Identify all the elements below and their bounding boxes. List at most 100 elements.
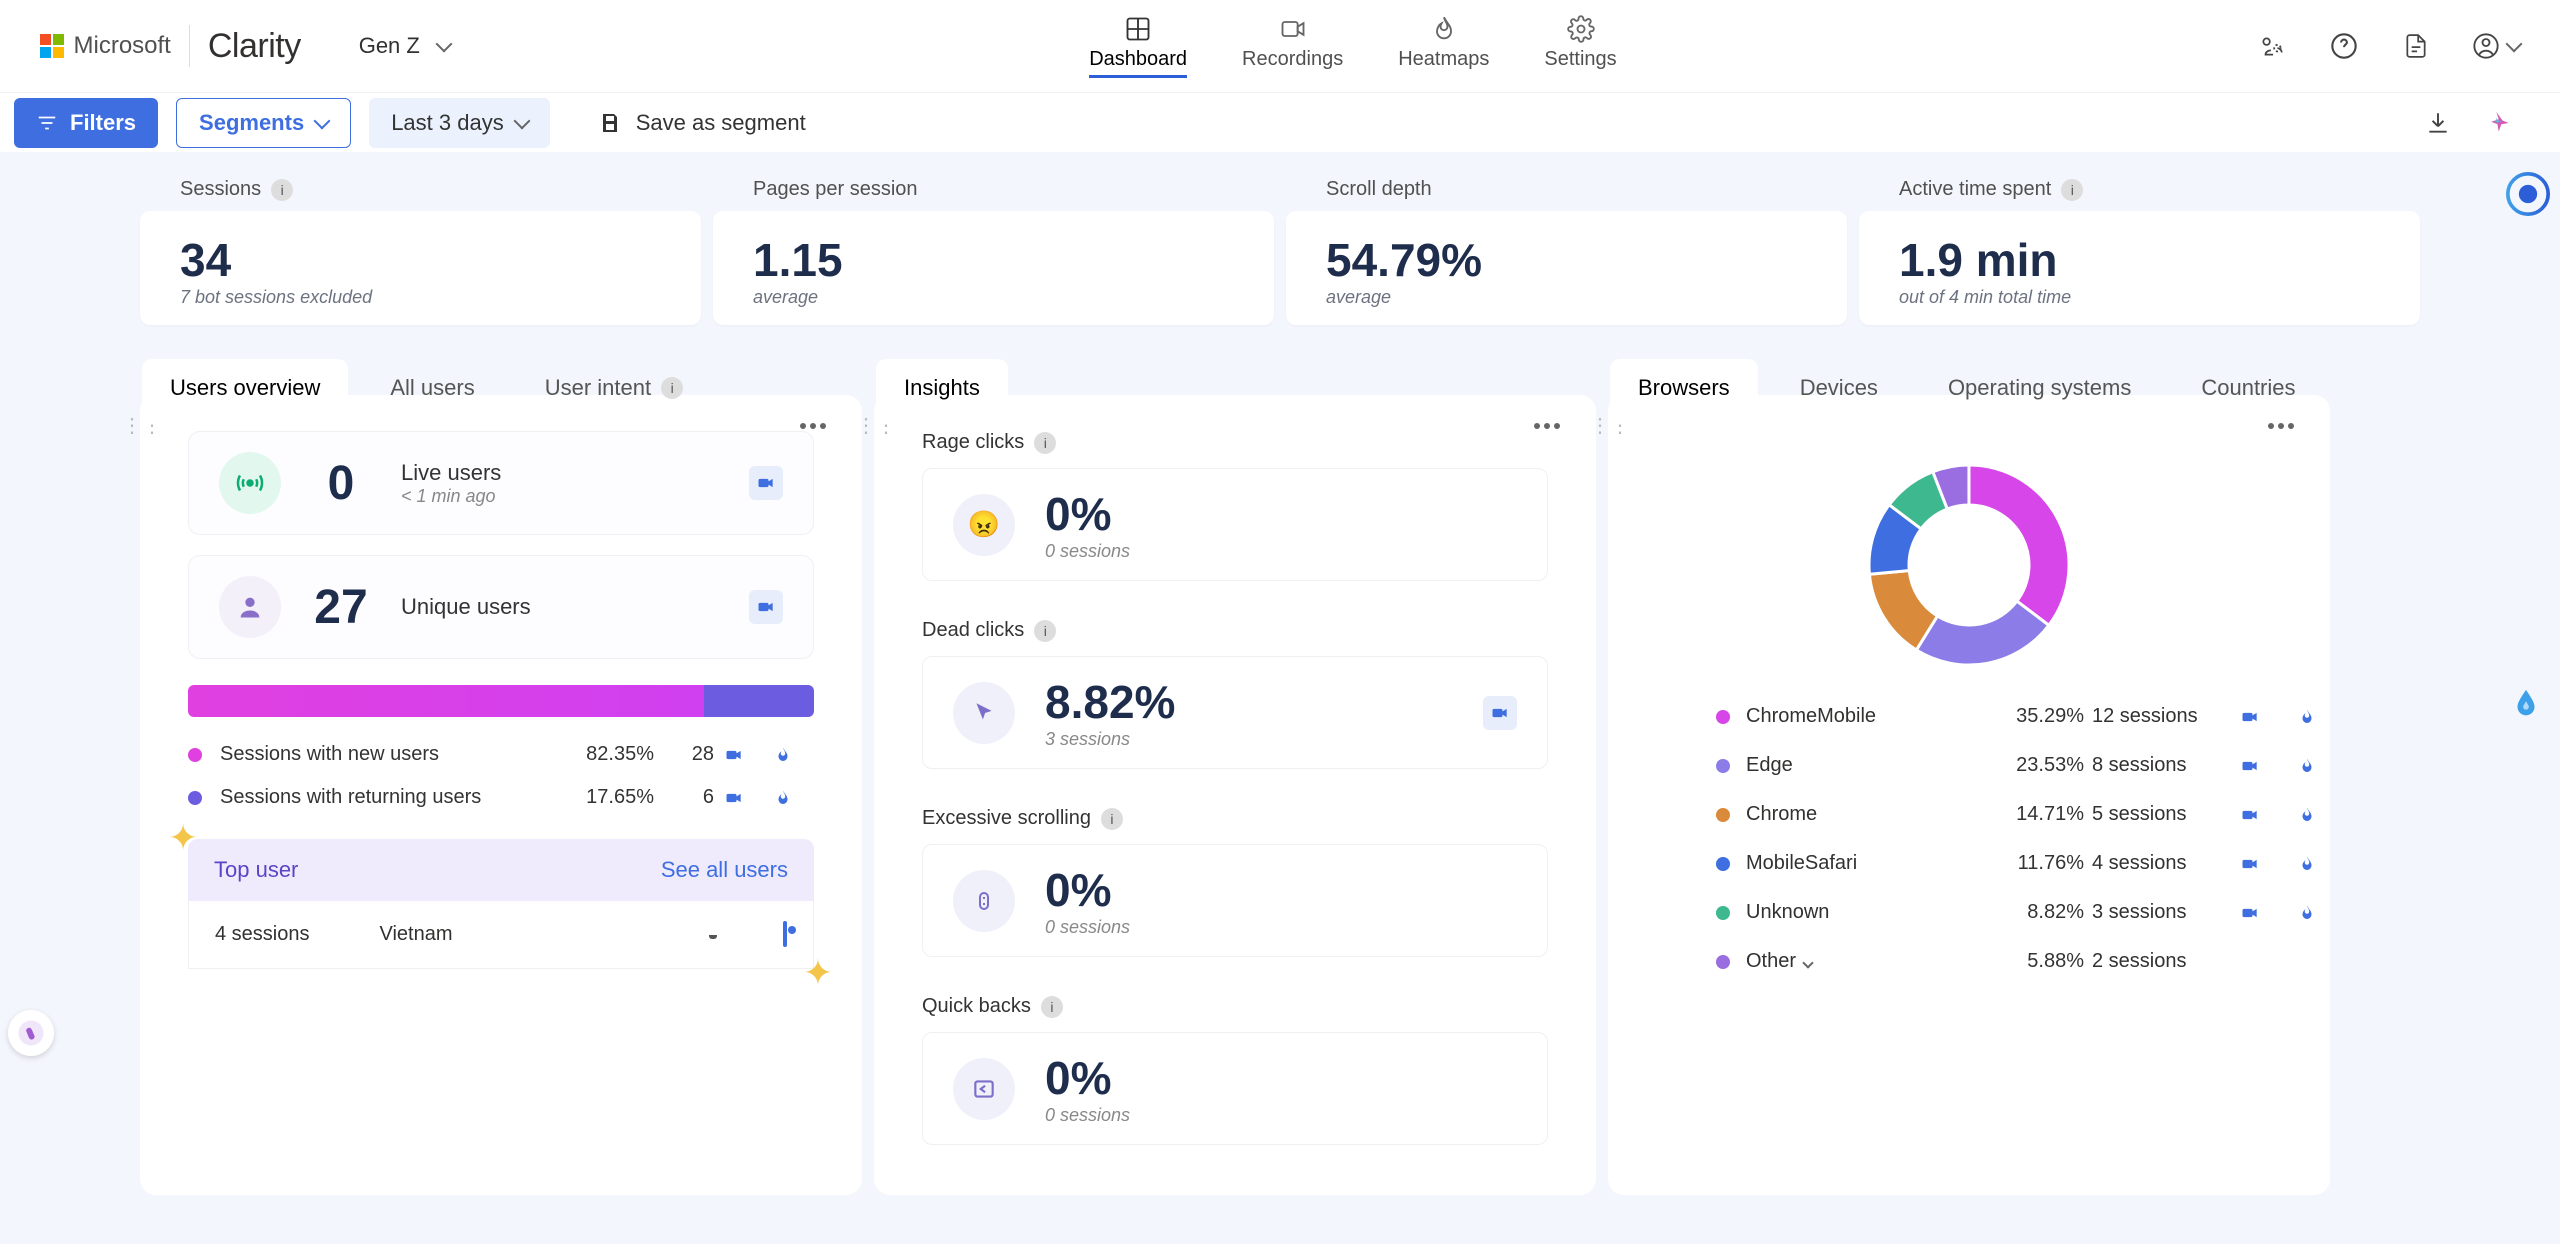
- nav-recordings[interactable]: Recordings: [1242, 14, 1343, 78]
- legend-dot: [1716, 857, 1730, 871]
- recording-icon[interactable]: [2240, 854, 2290, 874]
- insight-card[interactable]: 0% 0 sessions: [922, 844, 1548, 957]
- nav-heatmaps[interactable]: Heatmaps: [1398, 14, 1489, 78]
- copilot-icon[interactable]: [2484, 107, 2516, 139]
- metric-scroll: Scroll depth 54.79% average: [1286, 178, 1847, 325]
- project-selector[interactable]: Gen Z: [359, 33, 450, 59]
- flame-icon[interactable]: [774, 789, 814, 807]
- top-user-header: Top user See all users: [188, 839, 814, 901]
- flame-icon[interactable]: [2298, 757, 2348, 775]
- flame-icon: [1429, 14, 1459, 44]
- main-nav: Dashboard Recordings Heatmaps Settings: [1089, 14, 1616, 78]
- browser-pct: 11.76%: [1974, 852, 2084, 875]
- recording-icon[interactable]: [2240, 903, 2290, 923]
- users-overview-card: ⋮⋮ Users overview All users User intenti…: [140, 395, 862, 1195]
- flame-icon[interactable]: [2298, 806, 2348, 824]
- nav-label: Recordings: [1242, 48, 1343, 71]
- project-name: Gen Z: [359, 33, 420, 59]
- unique-text: Unique users: [401, 594, 531, 620]
- legend-dot: [1716, 759, 1730, 773]
- users-bar-chart: [188, 685, 814, 717]
- save-icon: [598, 111, 622, 135]
- nav-dashboard[interactable]: Dashboard: [1089, 14, 1187, 78]
- info-icon[interactable]: i: [1101, 808, 1123, 830]
- top-user-country: Vietnam: [380, 923, 453, 946]
- recording-icon[interactable]: [749, 590, 783, 624]
- card-menu[interactable]: [1534, 423, 1560, 429]
- browser-list: ChromeMobile 35.29% 12 sessions Edge 23.…: [1656, 705, 2282, 1039]
- unique-users-row[interactable]: 27 Unique users: [188, 555, 814, 659]
- live-users-row[interactable]: 0 Live users < 1 min ago: [188, 431, 814, 535]
- help-icon[interactable]: [2328, 30, 2360, 62]
- tab-insights[interactable]: Insights: [876, 359, 1008, 421]
- share-icon[interactable]: [2256, 30, 2288, 62]
- recording-icon[interactable]: [2240, 805, 2290, 825]
- tab-user-intent[interactable]: User intenti: [517, 359, 711, 421]
- app-header: Microsoft Clarity Gen Z Dashboard Record…: [0, 0, 2560, 92]
- browser-sessions: 3 sessions: [2092, 901, 2232, 924]
- tab-users-overview[interactable]: Users overview: [142, 359, 348, 421]
- divider: [189, 25, 190, 67]
- save-segment-button[interactable]: Save as segment: [598, 110, 806, 136]
- tab-countries[interactable]: Countries: [2173, 359, 2323, 421]
- recording-icon[interactable]: [724, 788, 764, 808]
- info-icon[interactable]: i: [2061, 179, 2083, 201]
- info-icon[interactable]: i: [1034, 620, 1056, 642]
- date-range-button[interactable]: Last 3 days: [369, 98, 550, 148]
- browser-row: Chrome 14.71% 5 sessions: [1716, 803, 2242, 826]
- info-icon[interactable]: i: [661, 377, 683, 399]
- header-left: Microsoft Clarity Gen Z: [40, 25, 450, 67]
- legend-dot: [1716, 808, 1730, 822]
- nav-label: Dashboard: [1089, 48, 1187, 71]
- metric-label: Sessionsi: [140, 178, 701, 201]
- top-user-title: Top user: [214, 857, 298, 883]
- flame-icon[interactable]: [2298, 708, 2348, 726]
- info-icon[interactable]: i: [1034, 432, 1056, 454]
- legend-dot: [188, 791, 202, 805]
- card-menu[interactable]: [2268, 423, 2294, 429]
- date-label: Last 3 days: [391, 110, 504, 136]
- recording-icon[interactable]: [2240, 756, 2290, 776]
- recording-icon[interactable]: [2240, 707, 2290, 727]
- metric-card[interactable]: 34 7 bot sessions excluded: [140, 211, 701, 325]
- card-menu[interactable]: [800, 423, 826, 429]
- nav-label: Settings: [1544, 48, 1616, 71]
- document-icon[interactable]: [2400, 30, 2432, 62]
- tab-devices[interactable]: Devices: [1772, 359, 1906, 421]
- chevron-down-icon[interactable]: [1802, 957, 1813, 968]
- info-icon[interactable]: i: [271, 179, 293, 201]
- insight-card[interactable]: 😠 0% 0 sessions: [922, 468, 1548, 581]
- metric-card[interactable]: 1.15 average: [713, 211, 1274, 325]
- metric-card[interactable]: 1.9 min out of 4 min total time: [1859, 211, 2420, 325]
- see-all-users-link[interactable]: See all users: [661, 857, 788, 883]
- dashboard: Sessionsi 34 7 bot sessions excluded Pag…: [0, 152, 2560, 1225]
- user-menu[interactable]: [2472, 32, 2520, 60]
- tab-all-users[interactable]: All users: [362, 359, 502, 421]
- insight-dead: Dead clicksi 8.82% 3 sessions: [922, 619, 1548, 769]
- tab-os[interactable]: Operating systems: [1920, 359, 2159, 421]
- id-card-icon[interactable]: [783, 923, 787, 946]
- nav-settings[interactable]: Settings: [1544, 14, 1616, 78]
- legend-dot: [1716, 906, 1730, 920]
- flame-icon[interactable]: [2298, 904, 2348, 922]
- flame-icon[interactable]: [774, 746, 814, 764]
- recording-icon[interactable]: [1483, 696, 1517, 730]
- copilot-float-icon[interactable]: [8, 1010, 54, 1056]
- tab-browsers[interactable]: Browsers: [1610, 359, 1758, 421]
- info-icon[interactable]: i: [1041, 996, 1063, 1018]
- angry-face-icon: 😠: [953, 494, 1015, 556]
- water-drop-icon[interactable]: [2502, 680, 2550, 728]
- recording-icon[interactable]: [749, 466, 783, 500]
- metric-sub: out of 4 min total time: [1899, 287, 2380, 308]
- copilot-rail-icon[interactable]: [2504, 170, 2552, 218]
- flame-icon[interactable]: [2298, 855, 2348, 873]
- download-icon[interactable]: [2422, 107, 2454, 139]
- insight-card[interactable]: 0% 0 sessions: [922, 1032, 1548, 1145]
- insight-card[interactable]: 8.82% 3 sessions: [922, 656, 1548, 769]
- browser-pct: 14.71%: [1974, 803, 2084, 826]
- segments-button[interactable]: Segments: [176, 98, 351, 148]
- top-user-row[interactable]: 4 sessions Vietnam ✦: [188, 901, 814, 969]
- recording-icon[interactable]: [724, 745, 764, 765]
- filters-button[interactable]: Filters: [14, 98, 158, 148]
- metric-card[interactable]: 54.79% average: [1286, 211, 1847, 325]
